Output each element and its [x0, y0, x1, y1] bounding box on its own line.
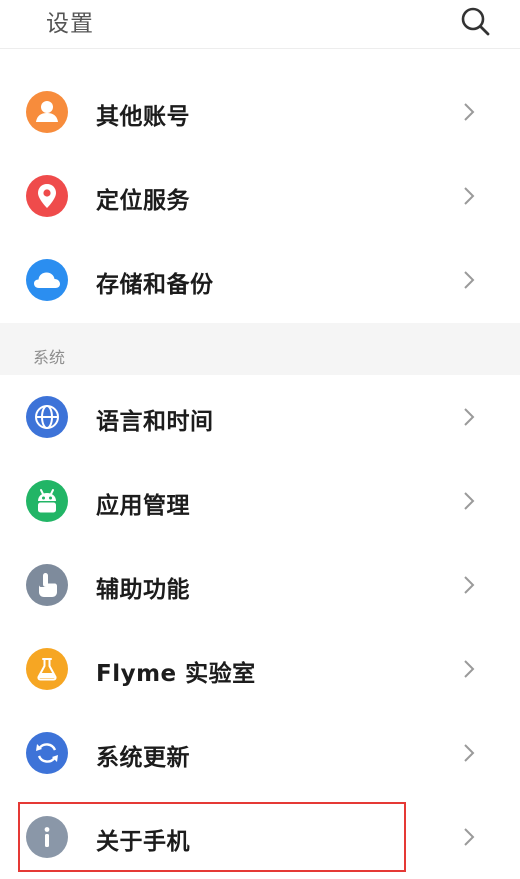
settings-item-label: 辅助功能: [96, 577, 190, 603]
hand-pointer-icon: [26, 564, 68, 606]
chevron-right-icon: [464, 744, 475, 762]
info-icon: [26, 816, 68, 858]
settings-item-label: 其他账号: [96, 104, 190, 130]
flask-icon: [26, 648, 68, 690]
chevron-right-icon: [464, 576, 475, 594]
chevron-right-icon: [464, 103, 475, 121]
android-icon: [26, 480, 68, 522]
chevron-right-icon: [464, 408, 475, 426]
settings-item-label: Flyme 实验室: [96, 661, 256, 687]
cloud-icon: [26, 259, 68, 301]
globe-icon: [26, 396, 68, 438]
refresh-icon: [26, 732, 68, 774]
settings-item-label: 应用管理: [96, 493, 190, 519]
settings-item-other-accounts[interactable]: 其他账号: [0, 70, 520, 154]
chevron-right-icon: [464, 187, 475, 205]
settings-list-system: 语言和时间 应用管理 辅助功能 Flyme 实验室 系统更新 关于手机: [0, 375, 520, 879]
section-label: 系统: [33, 348, 66, 367]
top-bar: 设置: [0, 0, 520, 49]
section-header-system: 系统: [0, 323, 520, 375]
settings-item-label: 存储和备份: [96, 272, 214, 298]
settings-item-label: 系统更新: [96, 745, 190, 771]
chevron-right-icon: [464, 660, 475, 678]
settings-item-system-update[interactable]: 系统更新: [0, 711, 520, 795]
page-title: 设置: [46, 11, 94, 37]
settings-item-storage-backup[interactable]: 存储和备份: [0, 238, 520, 322]
settings-item-language-time[interactable]: 语言和时间: [0, 375, 520, 459]
search-icon: [461, 7, 490, 36]
settings-item-label: 定位服务: [96, 188, 190, 214]
chevron-right-icon: [464, 828, 475, 846]
settings-list-accounts: 其他账号 定位服务 存储和备份: [0, 70, 520, 322]
chevron-right-icon: [464, 271, 475, 289]
settings-item-location[interactable]: 定位服务: [0, 154, 520, 238]
settings-item-flyme-lab[interactable]: Flyme 实验室: [0, 627, 520, 711]
search-button[interactable]: [458, 4, 492, 38]
settings-item-label: 关于手机: [96, 829, 190, 855]
chevron-right-icon: [464, 492, 475, 510]
location-pin-icon: [26, 175, 68, 217]
settings-item-about-phone[interactable]: 关于手机: [0, 795, 520, 879]
settings-item-accessibility[interactable]: 辅助功能: [0, 543, 520, 627]
settings-item-app-management[interactable]: 应用管理: [0, 459, 520, 543]
account-icon: [26, 91, 68, 133]
settings-item-label: 语言和时间: [96, 409, 214, 435]
